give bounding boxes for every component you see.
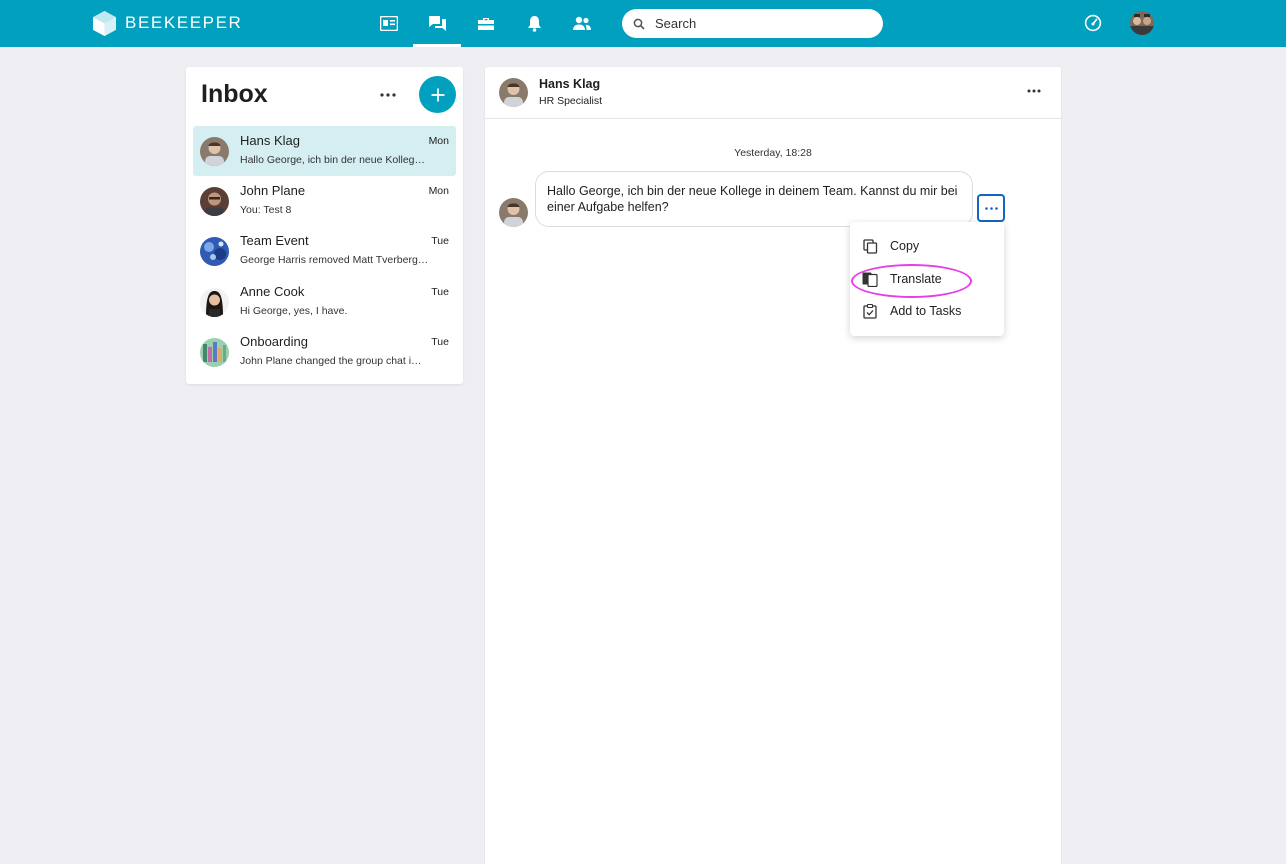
speedometer-icon bbox=[1084, 14, 1102, 32]
search-box[interactable] bbox=[622, 9, 883, 38]
more-horizontal-icon bbox=[984, 206, 998, 210]
people-icon bbox=[573, 16, 591, 30]
avatar-team-event-image bbox=[200, 237, 229, 266]
chat-panel: Hans Klag HR Specialist Yesterday, 18:28… bbox=[485, 67, 1061, 864]
chat-contact-role: HR Specialist bbox=[539, 95, 603, 107]
menu-item-copy[interactable]: Copy bbox=[850, 231, 1004, 261]
inbox-title: Inbox bbox=[201, 80, 268, 108]
avatar-john-plane-image bbox=[200, 187, 229, 216]
avatar bbox=[200, 338, 229, 367]
conversation-day: Tue bbox=[431, 286, 449, 298]
search-input[interactable] bbox=[655, 16, 865, 31]
message-more-button[interactable] bbox=[977, 194, 1005, 222]
conversation-name: Anne Cook bbox=[240, 284, 305, 299]
inbox-more-button[interactable] bbox=[376, 85, 400, 105]
conversation-name: Hans Klag bbox=[240, 133, 300, 148]
avatar-hans-klag-image bbox=[499, 198, 528, 227]
conversation-name: Team Event bbox=[240, 233, 309, 248]
conversation-preview: Hallo George, ich bin der neue Kollege i… bbox=[240, 154, 430, 166]
task-icon bbox=[862, 303, 878, 319]
nav-notifications[interactable] bbox=[510, 0, 558, 47]
logo-text: BEEKEEPER bbox=[125, 13, 243, 32]
conversation-item[interactable]: Onboarding Tue John Plane changed the gr… bbox=[193, 327, 456, 377]
notifications-icon bbox=[527, 16, 541, 32]
user-avatar-image bbox=[1130, 11, 1154, 35]
avatar[interactable] bbox=[499, 78, 528, 107]
conversation-item[interactable]: Team Event Tue George Harris removed Mat… bbox=[193, 226, 456, 276]
conversation-preview: Hi George, yes, I have. bbox=[240, 305, 348, 317]
menu-item-add-to-tasks[interactable]: Add to Tasks bbox=[850, 296, 1004, 326]
avatar-onboarding-image bbox=[200, 338, 229, 367]
conversation-item[interactable]: Hans Klag Mon Hallo George, ich bin der … bbox=[193, 126, 456, 176]
avatar-hans-klag-image bbox=[200, 137, 229, 166]
more-horizontal-icon bbox=[1027, 89, 1041, 93]
conversation-preview: You: Test 8 bbox=[240, 204, 292, 216]
conversation-name: Onboarding bbox=[240, 334, 308, 349]
menu-item-label: Translate bbox=[890, 272, 942, 286]
top-navigation-bar: BEEKEEPER bbox=[0, 0, 1286, 47]
menu-item-translate[interactable]: Translate bbox=[850, 264, 1004, 294]
news-feed-icon bbox=[380, 16, 398, 31]
dashboard-button[interactable] bbox=[1081, 11, 1105, 35]
chat-more-button[interactable] bbox=[1022, 81, 1046, 101]
toolbox-icon bbox=[478, 17, 494, 30]
nav-toolbox[interactable] bbox=[462, 0, 510, 47]
avatar bbox=[200, 237, 229, 266]
nav-people[interactable] bbox=[558, 0, 606, 47]
translate-icon bbox=[862, 271, 878, 287]
user-avatar[interactable] bbox=[1130, 11, 1154, 35]
conversation-name: John Plane bbox=[240, 183, 306, 198]
chat-contact-name[interactable]: Hans Klag bbox=[539, 77, 600, 91]
conversation-item[interactable]: Anne Cook Tue Hi George, yes, I have. bbox=[193, 277, 456, 327]
nav-chat[interactable] bbox=[413, 0, 461, 47]
conversation-day: Tue bbox=[431, 336, 449, 348]
menu-item-label: Add to Tasks bbox=[890, 304, 962, 318]
conversation-item[interactable]: John Plane Mon You: Test 8 bbox=[193, 176, 456, 226]
avatar bbox=[200, 187, 229, 216]
chat-icon bbox=[428, 15, 446, 31]
beekeeper-logo[interactable]: BEEKEEPER bbox=[93, 10, 242, 36]
conversation-day: Mon bbox=[428, 185, 449, 197]
more-horizontal-icon bbox=[380, 93, 396, 97]
nav-news-feed[interactable] bbox=[365, 0, 413, 47]
inbox-panel: Inbox Hans Klag Mon Hallo George, ich bi… bbox=[186, 67, 463, 384]
copy-icon bbox=[862, 238, 878, 254]
avatar bbox=[200, 288, 229, 317]
chat-header: Hans Klag HR Specialist bbox=[485, 67, 1061, 119]
avatar bbox=[200, 137, 229, 166]
avatar-anne-cook-image bbox=[200, 288, 229, 317]
conversation-preview: George Harris removed Matt Tverberg from… bbox=[240, 254, 430, 266]
conversation-day: Tue bbox=[431, 235, 449, 247]
hexagon-logo-icon bbox=[93, 10, 116, 36]
avatar-hans-klag-image bbox=[499, 78, 528, 107]
plus-icon bbox=[431, 88, 444, 101]
message-bubble[interactable]: Hallo George, ich bin der neue Kollege i… bbox=[535, 171, 973, 227]
message-avatar[interactable] bbox=[499, 198, 528, 227]
message-context-menu: Copy Translate Add to Tasks bbox=[850, 222, 1004, 336]
search-icon bbox=[633, 18, 645, 30]
menu-item-label: Copy bbox=[890, 239, 920, 253]
conversation-day: Mon bbox=[428, 135, 449, 147]
new-conversation-button[interactable] bbox=[419, 76, 456, 113]
conversation-preview: John Plane changed the group chat image bbox=[240, 355, 430, 367]
message-timestamp: Yesterday, 18:28 bbox=[734, 147, 812, 159]
